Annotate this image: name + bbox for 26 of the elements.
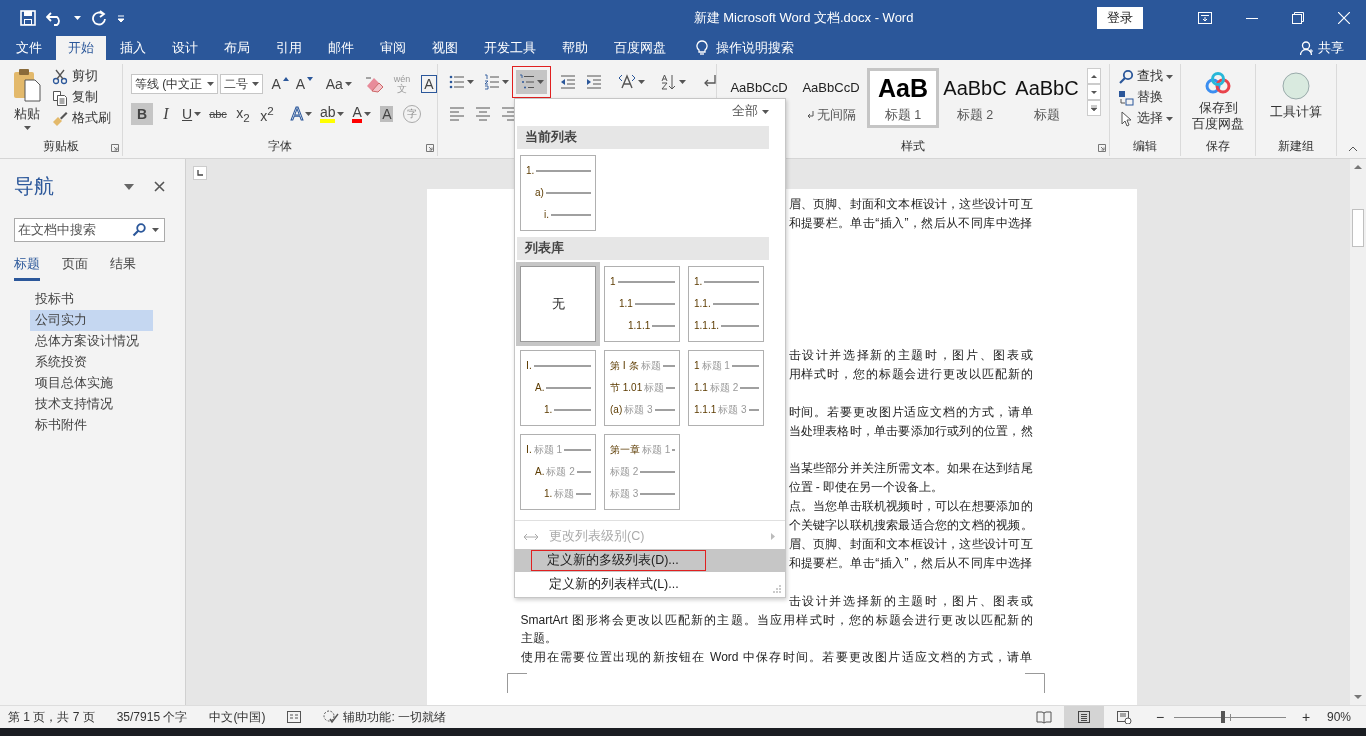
section-header: 当前列表 xyxy=(517,126,769,149)
body-text-line: SmartArt 图形将会更改以匹配新的主题。当应用样式时，您的标题会进行更改以匹配新的 xyxy=(520,611,1033,629)
window-title: 新建 Microsoft Word 文档.docx - Word xyxy=(692,9,915,27)
body-text-line: 主题。 xyxy=(520,630,557,648)
body-text-line: 眉、页脚、封面和文本框设计，这些设计可互 xyxy=(788,196,1033,213)
body-text-line: 使用在需要位置出现的新按钮在 Word 中保存时间。若要更改图片适应文档的方式，请单 xyxy=(520,649,1033,667)
body-text-line: 时间。若要更改图片适应文档的方式，请单 xyxy=(788,403,1033,421)
body-text-line: 当某些部分并关注所需文本。如果在达到结尾 xyxy=(788,460,1033,478)
body-text-line: 个关键字以联机搜索最适合您的文档的视频。 xyxy=(788,517,1033,535)
group-label: 剪贴板 xyxy=(43,137,79,155)
body-text-line: 点。当您单击联机视频时，可以在想要添加的 xyxy=(788,498,1033,516)
body-text-line: 眉、页脚、封面和文本框设计，这些设计可互 xyxy=(788,536,1033,554)
body-text-line: 和提要栏。单击“插入”，然后从不同库中选择 xyxy=(788,554,1033,572)
body-text-line: 当处理表格时，单击要添加行或列的位置，然 xyxy=(788,422,1033,440)
body-text-line: 击设计并选择新的主题时，图片、图表或 xyxy=(788,592,1033,610)
body-text-line: 位置 - 即使在另一个设备上。 xyxy=(788,479,944,497)
group-label: 样式 xyxy=(901,137,925,155)
body-text-line: 用样式时，您的标题会进行更改以匹配新的 xyxy=(788,366,1033,383)
pane-title: 导航 xyxy=(14,174,55,199)
body-text-line: 和提要栏。单击“插入”，然后从不同库中选择 xyxy=(788,214,1033,232)
group-label: 编辑 xyxy=(1133,137,1157,155)
section-header: 列表库 xyxy=(517,237,769,260)
group-label: 保存 xyxy=(1206,137,1230,155)
body-text-line: 击设计并选择新的主题时，图片、图表或 xyxy=(788,347,1033,365)
group-label: 字体 xyxy=(268,137,292,155)
group-label: 新建组 xyxy=(1278,137,1314,155)
